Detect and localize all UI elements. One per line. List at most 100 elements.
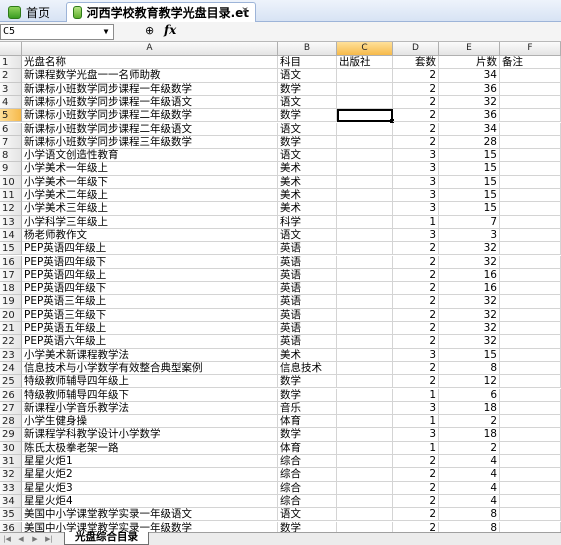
- cell-d[interactable]: 2: [393, 295, 439, 309]
- cell-e[interactable]: 15: [439, 348, 500, 362]
- cell-f[interactable]: [500, 375, 561, 389]
- cell-d[interactable]: 2: [393, 335, 439, 349]
- cell-f[interactable]: [500, 322, 561, 336]
- cell-d[interactable]: 1: [393, 441, 439, 455]
- cell-a[interactable]: 陈氏太极拳老架一路: [22, 441, 278, 455]
- cell-b[interactable]: 语文: [278, 228, 337, 243]
- first-sheet-icon[interactable]: |◀: [2, 533, 12, 545]
- cell-d[interactable]: 2: [393, 109, 439, 123]
- cell-a[interactable]: 新课标小班数学同步课程三年级数学: [22, 135, 278, 150]
- cell-f[interactable]: [500, 282, 561, 296]
- row-header[interactable]: 15: [0, 242, 22, 256]
- cell-e[interactable]: 32: [439, 295, 500, 309]
- cell-a[interactable]: 星星火炬2: [22, 468, 278, 482]
- row-header[interactable]: 32: [0, 468, 22, 482]
- cell-e[interactable]: 3: [439, 228, 500, 243]
- cell-f[interactable]: [500, 441, 561, 455]
- cell-d[interactable]: 1: [393, 388, 439, 402]
- cell-a[interactable]: 小学美术二年级上: [22, 189, 278, 203]
- cell-b[interactable]: 语文: [278, 69, 337, 83]
- formula-input[interactable]: [186, 24, 558, 40]
- tab-workbook[interactable]: 河西学校教育教学光盘目录.et ✕: [66, 2, 256, 22]
- cell-b[interactable]: 数学: [278, 109, 337, 123]
- cell-e[interactable]: 8: [439, 508, 500, 522]
- cell-a[interactable]: 新课标小班数学同步课程二年级数学: [22, 109, 278, 123]
- cell-e[interactable]: 6: [439, 388, 500, 402]
- cell-b[interactable]: 数学: [278, 521, 337, 532]
- cell-b[interactable]: 美术: [278, 162, 337, 176]
- cell-f[interactable]: [500, 308, 561, 322]
- cell-a[interactable]: PEP英语三年级下: [22, 308, 278, 322]
- cell-e[interactable]: 15: [439, 189, 500, 203]
- cell-a[interactable]: 特级教师辅导四年级下: [22, 388, 278, 402]
- cell-d[interactable]: 3: [393, 401, 439, 416]
- cell-d[interactable]: 3: [393, 428, 439, 442]
- cell-e[interactable]: 18: [439, 428, 500, 442]
- row-header[interactable]: 10: [0, 175, 22, 189]
- function-icon[interactable]: fx: [164, 23, 176, 37]
- cell-f[interactable]: [500, 494, 561, 509]
- cell-f[interactable]: [500, 215, 561, 229]
- cell-f[interactable]: [500, 415, 561, 429]
- cell-c[interactable]: 出版社: [337, 56, 393, 70]
- row-header[interactable]: 2: [0, 69, 22, 83]
- cell-d[interactable]: 2: [393, 468, 439, 482]
- cell-c[interactable]: [337, 508, 393, 522]
- cell-e[interactable]: 32: [439, 335, 500, 349]
- cell-d[interactable]: 3: [393, 162, 439, 176]
- cell-b[interactable]: 信息技术: [278, 361, 337, 376]
- cell-b[interactable]: 英语: [278, 295, 337, 309]
- row-header[interactable]: 25: [0, 375, 22, 389]
- cell-a[interactable]: 信息技术与小学数学有效整合典型案例: [22, 361, 278, 376]
- cell-f[interactable]: [500, 122, 561, 136]
- cell-f[interactable]: [500, 481, 561, 495]
- cell-e[interactable]: 4: [439, 455, 500, 469]
- cell-b[interactable]: 美术: [278, 202, 337, 216]
- cell-c[interactable]: [337, 468, 393, 482]
- cell-d[interactable]: 2: [393, 375, 439, 389]
- tab-home[interactable]: 首页: [2, 2, 60, 22]
- cell-f[interactable]: 备注: [500, 56, 561, 70]
- cell-b[interactable]: 数学: [278, 82, 337, 96]
- cell-d[interactable]: 2: [393, 82, 439, 96]
- cell-f[interactable]: [500, 202, 561, 216]
- cell-b[interactable]: 英语: [278, 268, 337, 283]
- cell-d[interactable]: 3: [393, 202, 439, 216]
- cell-d[interactable]: 2: [393, 282, 439, 296]
- cell-c[interactable]: [337, 149, 393, 163]
- cell-d[interactable]: 2: [393, 322, 439, 336]
- cell-b[interactable]: 音乐: [278, 401, 337, 416]
- cell-c[interactable]: [337, 335, 393, 349]
- cell-e[interactable]: 4: [439, 481, 500, 495]
- cell-b[interactable]: 英语: [278, 308, 337, 322]
- cell-a[interactable]: PEP英语三年级上: [22, 295, 278, 309]
- cell-c[interactable]: [337, 82, 393, 96]
- row-header[interactable]: 28: [0, 415, 22, 429]
- cell-d[interactable]: 2: [393, 95, 439, 110]
- row-header[interactable]: 26: [0, 388, 22, 402]
- cell-e[interactable]: 12: [439, 375, 500, 389]
- cell-c[interactable]: [337, 415, 393, 429]
- cell-c[interactable]: [337, 95, 393, 110]
- cell-a[interactable]: 新课标小班数学同步课程一年级语文: [22, 95, 278, 110]
- cell-a[interactable]: 星星火炬4: [22, 494, 278, 509]
- cell-a[interactable]: PEP英语五年级上: [22, 322, 278, 336]
- cell-a[interactable]: 小学生健身操: [22, 415, 278, 429]
- cell-e[interactable]: 15: [439, 149, 500, 163]
- cell-c[interactable]: [337, 215, 393, 229]
- cell-c[interactable]: [337, 441, 393, 455]
- cell-c[interactable]: [337, 308, 393, 322]
- cell-a[interactable]: 美国中小学课堂教学实录一年级语文: [22, 508, 278, 522]
- row-header[interactable]: 34: [0, 494, 22, 509]
- cell-f[interactable]: [500, 388, 561, 402]
- cell-e[interactable]: 18: [439, 401, 500, 416]
- row-header[interactable]: 8: [0, 149, 22, 163]
- cell-d[interactable]: 3: [393, 228, 439, 243]
- cell-d[interactable]: 2: [393, 494, 439, 509]
- cell-c[interactable]: [337, 162, 393, 176]
- cell-b[interactable]: 数学: [278, 375, 337, 389]
- cell-c[interactable]: [337, 122, 393, 136]
- cell-b[interactable]: 语文: [278, 122, 337, 136]
- cell-e[interactable]: 36: [439, 82, 500, 96]
- cell-d[interactable]: 2: [393, 268, 439, 283]
